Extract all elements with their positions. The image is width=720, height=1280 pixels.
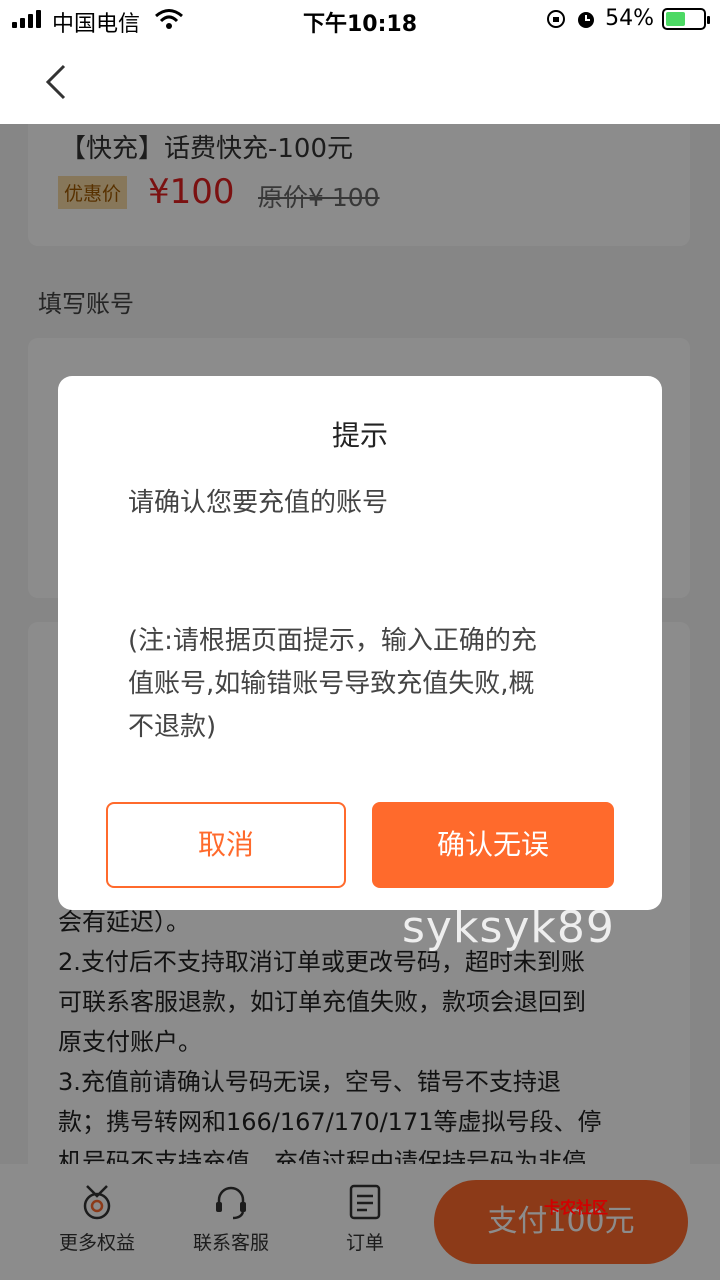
back-arrow-icon[interactable]	[40, 62, 72, 102]
battery-percent: 54%	[605, 6, 654, 31]
dialog-note-line: (注:请根据页面提示，输入正确的充	[128, 626, 537, 656]
status-bar: 中国电信 下午10:18 54%	[0, 0, 720, 40]
confirm-button[interactable]: 确认无误	[372, 802, 614, 888]
alarm-icon	[578, 11, 595, 28]
dialog-note: (注:请根据页面提示，输入正确的充 值账号,如输错账号导致充值失败,概 不退款)	[128, 620, 598, 749]
brand-watermark: 卡农社区	[544, 1198, 609, 1217]
dialog-note-line: 值账号,如输错账号导致充值失败,概	[128, 669, 535, 699]
dialog-title: 提示	[331, 419, 388, 452]
confirm-dialog: 提示 请确认您要充值的账号 (注:请根据页面提示，输入正确的充 值账号,如输错账…	[58, 376, 662, 910]
dialog-message: 请确认您要充值的账号	[128, 488, 389, 518]
user-watermark: syksyk89	[402, 902, 615, 953]
nav-header	[0, 40, 720, 124]
dialog-note-line: 不退款)	[128, 712, 217, 742]
rotation-lock-icon	[547, 9, 566, 28]
cancel-button[interactable]: 取消	[106, 802, 346, 888]
battery-icon	[662, 7, 710, 30]
